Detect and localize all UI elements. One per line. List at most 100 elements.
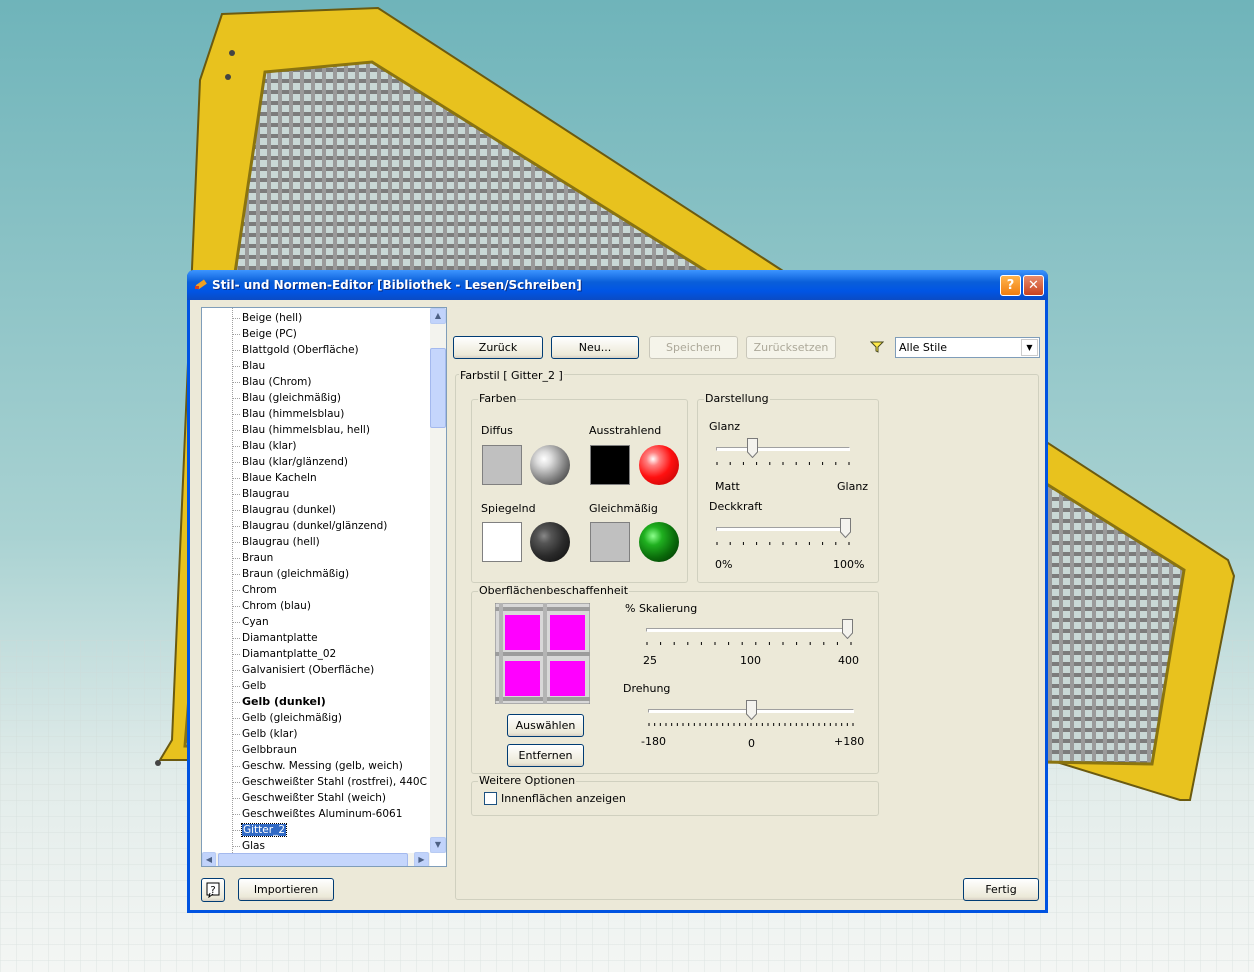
tree-connector (232, 350, 240, 351)
scale-slider-track[interactable] (646, 628, 852, 632)
gloss-max-label: Glanz (837, 480, 869, 493)
tree-item[interactable]: Diamantplatte_02 (232, 646, 336, 662)
opacity-slider-track[interactable] (716, 527, 850, 531)
tree-item[interactable]: Blau (klar/glänzend) (232, 454, 348, 470)
tree-item[interactable]: Gitter_2 (232, 822, 287, 838)
tree-item[interactable]: Blau (gleichmäßig) (232, 390, 341, 406)
app-icon (195, 279, 207, 290)
tree-item[interactable]: Blaugrau (dunkel) (232, 502, 336, 518)
tree-item[interactable]: Chrom (232, 582, 277, 598)
tree-connector (232, 622, 240, 623)
tree-item[interactable]: Blau (himmelsblau, hell) (232, 422, 370, 438)
chevron-down-icon[interactable]: ▼ (1021, 339, 1038, 356)
tree-item-label: Gelb (242, 680, 267, 692)
texture-preview (495, 603, 590, 704)
scroll-left-button[interactable]: ◀ (202, 852, 216, 866)
inner-faces-label[interactable]: Innenflächen anzeigen (501, 792, 626, 805)
tree-item[interactable]: Geschweißter Stahl (weich) (232, 790, 387, 806)
back-button[interactable]: Zurück (453, 336, 543, 359)
inner-faces-checkbox[interactable] (484, 792, 497, 805)
tree-item[interactable]: Blau (himmelsblau) (232, 406, 344, 422)
style-tree[interactable]: Beige (hell) Beige (PC) Blattgold (Oberflä… (201, 307, 447, 867)
gloss-slider-track[interactable] (716, 447, 850, 451)
tree-item[interactable]: Galvanisiert (Oberfläche) (232, 662, 374, 678)
tree-item[interactable]: Blau (232, 358, 265, 374)
tree-item[interactable]: Beige (PC) (232, 326, 297, 342)
tree-item[interactable]: Glas (232, 838, 265, 854)
tree-item[interactable]: Blau (klar) (232, 438, 297, 454)
gloss-slider-thumb[interactable] (747, 438, 758, 458)
tree-item-label: Braun (gleichmäßig) (242, 568, 350, 580)
funnel-icon[interactable] (870, 340, 884, 354)
tree-item[interactable]: Beige (hell) (232, 310, 303, 326)
tree-item[interactable]: Braun (232, 550, 273, 566)
tree-item[interactable]: Blaugrau (dunkel/glänzend) (232, 518, 388, 534)
tree-item[interactable]: Blaue Kacheln (232, 470, 317, 486)
tree-item[interactable]: Geschw. Messing (gelb, weich) (232, 758, 403, 774)
tree-item[interactable]: Diamantplatte (232, 630, 318, 646)
ambient-preview-sphere (639, 522, 679, 562)
tree-item-label: Beige (hell) (242, 312, 303, 324)
tree-item[interactable]: Gelb (gleichmäßig) (232, 710, 342, 726)
import-button[interactable]: Importieren (238, 878, 334, 901)
specular-label: Spiegelnd (481, 502, 536, 515)
specular-color-swatch[interactable] (482, 522, 522, 562)
tree-item[interactable]: Blau (Chrom) (232, 374, 311, 390)
select-texture-button[interactable]: Auswählen (507, 714, 584, 737)
style-filter-select[interactable]: Alle Stile ▼ (895, 337, 1040, 358)
horizontal-scroll-thumb[interactable] (218, 853, 408, 866)
tree-item[interactable]: Blaugrau (232, 486, 289, 502)
tree-item[interactable]: Blaugrau (hell) (232, 534, 320, 550)
tree-connector (232, 382, 240, 383)
scale-ticks (646, 642, 852, 645)
tree-item[interactable]: Blattgold (Oberfläche) (232, 342, 359, 358)
ambient-color-swatch[interactable] (590, 522, 630, 562)
done-button[interactable]: Fertig (963, 878, 1039, 901)
rotation-slider-thumb[interactable] (746, 700, 757, 720)
scale-label: % Skalierung (625, 602, 698, 615)
reset-button[interactable]: Zurücksetzen (746, 336, 836, 359)
tree-connector (232, 398, 240, 399)
diffuse-label: Diffus (481, 424, 513, 437)
remove-texture-button[interactable]: Entfernen (507, 744, 584, 767)
tree-item-label: Gitter_2 (241, 823, 287, 837)
tree-item[interactable]: Gelb (dunkel) (232, 694, 326, 710)
title-bar[interactable]: Stil- und Normen-Editor [Bibliothek - Le… (187, 270, 1048, 300)
dialog-client-area: Beige (hell) Beige (PC) Blattgold (Oberflä… (190, 300, 1045, 910)
scroll-right-button[interactable]: ▶ (414, 852, 429, 866)
close-icon: ✕ (1028, 278, 1039, 293)
specular-preview-sphere (530, 522, 570, 562)
tree-item[interactable]: Braun (gleichmäßig) (232, 566, 350, 582)
vertical-scrollbar[interactable]: ▲ ▼ (430, 308, 446, 853)
tree-item-label: Blaugrau (dunkel/glänzend) (242, 520, 388, 532)
scroll-down-button[interactable]: ▼ (430, 837, 446, 853)
tree-item-label: Blaugrau (hell) (242, 536, 320, 548)
scale-slider-thumb[interactable] (842, 619, 853, 639)
tree-item-label: Gelb (gleichmäßig) (242, 712, 342, 724)
diffuse-color-swatch[interactable] (482, 445, 522, 485)
help-button[interactable]: ? (201, 878, 225, 902)
svg-text:?: ? (210, 885, 215, 896)
horizontal-scrollbar[interactable]: ◀ ▶ (202, 852, 430, 866)
tree-item[interactable]: Geschweißter Stahl (rostfrei), 440C (232, 774, 427, 790)
tree-item[interactable]: Cyan (232, 614, 269, 630)
tree-item[interactable]: Gelbbraun (232, 742, 297, 758)
emissive-color-swatch[interactable] (590, 445, 630, 485)
opacity-slider-thumb[interactable] (840, 518, 851, 538)
tree-connector (232, 478, 240, 479)
tree-item[interactable]: Chrom (blau) (232, 598, 311, 614)
tree-item-label: Geschweißter Stahl (weich) (242, 792, 387, 804)
style-editor-dialog: Stil- und Normen-Editor [Bibliothek - Le… (187, 270, 1048, 913)
new-button[interactable]: Neu... (551, 336, 639, 359)
tree-item[interactable]: Gelb (klar) (232, 726, 298, 742)
vertical-scroll-thumb[interactable] (430, 348, 446, 428)
tree-item[interactable]: Geschweißtes Aluminum-6061 (232, 806, 402, 822)
close-button[interactable]: ✕ (1023, 275, 1044, 296)
style-filter-value: Alle Stile (899, 341, 948, 354)
help-title-button[interactable]: ? (1000, 275, 1021, 296)
tree-item-label: Geschweißter Stahl (rostfrei), 440C (242, 776, 427, 788)
scroll-up-button[interactable]: ▲ (430, 308, 446, 324)
save-button[interactable]: Speichern (649, 336, 738, 359)
tree-item[interactable]: Gelb (232, 678, 267, 694)
tree-item-label: Gelb (klar) (242, 728, 298, 740)
